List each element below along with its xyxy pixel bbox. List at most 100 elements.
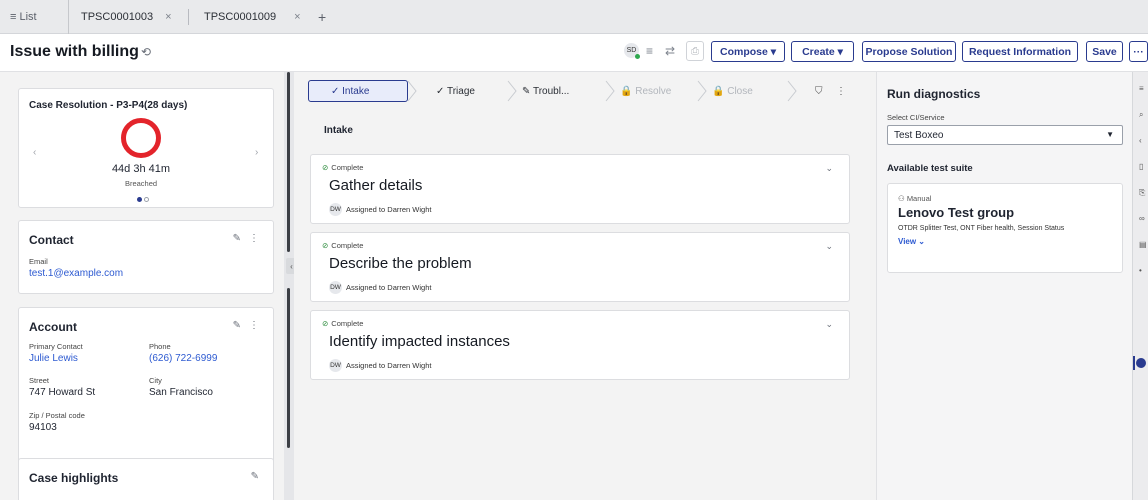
connect-icon[interactable]: ⇄ bbox=[665, 44, 675, 58]
step-close: 🔒 Close bbox=[712, 85, 753, 97]
carousel-dot[interactable] bbox=[144, 197, 149, 202]
step-resolve: 🔒 Resolve bbox=[620, 85, 672, 97]
dot-icon[interactable]: • bbox=[1139, 266, 1142, 275]
caret-down-icon: ▼ bbox=[1106, 130, 1114, 139]
primary-contact-link[interactable]: Julie Lewis bbox=[29, 353, 78, 364]
chat-icon[interactable]: ⌕ bbox=[1139, 110, 1143, 120]
more-actions-button[interactable]: ··· bbox=[1129, 41, 1148, 62]
tab-bar: ≡ List TPSC0001003 × TPSC0001009 × + bbox=[0, 0, 1148, 34]
section-title: Intake bbox=[324, 125, 353, 136]
task-card[interactable]: ⊘ Complete Identify impacted instances DW… bbox=[310, 310, 850, 380]
chevron-right-icon[interactable]: › bbox=[255, 147, 258, 158]
create-button[interactable]: Create ▾ bbox=[791, 41, 854, 62]
add-tab-button[interactable]: + bbox=[318, 0, 326, 34]
task-card[interactable]: ⊘ Complete Describe the problem DW Assigne… bbox=[310, 232, 850, 302]
chevron-down-icon[interactable]: ⌄ bbox=[825, 241, 833, 252]
more-icon[interactable]: ⋮ bbox=[249, 233, 259, 244]
process-stepper: ✓ Intake ✓ Triage ✎ Troubl... 🔒 Resolve … bbox=[308, 80, 856, 102]
record-header: Issue with billing ⟲ SD ≡ ⇄ ⎙ Compose ▾ … bbox=[0, 34, 1148, 72]
plus-icon: + bbox=[318, 9, 327, 25]
phone-link[interactable]: (626) 722-6999 bbox=[149, 353, 217, 364]
case-resolution-card: Case Resolution - P3-P4(28 days) ‹ › 44d… bbox=[18, 88, 274, 208]
carousel-dot[interactable] bbox=[137, 197, 142, 202]
assignee-text: Assigned to Darren Wight bbox=[346, 361, 432, 370]
task-card[interactable]: ⊘ Complete Gather details DW Assigned to D… bbox=[310, 154, 850, 224]
tab-divider bbox=[188, 9, 189, 25]
menu-icon[interactable]: ≡ bbox=[1139, 84, 1144, 93]
street-value: 747 Howard St bbox=[29, 387, 96, 398]
email-label: Email bbox=[29, 257, 48, 266]
rail-active-indicator bbox=[1133, 356, 1135, 370]
tab-label: TPSC0001003 bbox=[81, 11, 154, 23]
task-status: ⊘ Complete bbox=[322, 319, 363, 328]
list-tab-label: ≡ List bbox=[10, 11, 37, 23]
follow-icon[interactable]: ⟲ bbox=[141, 45, 151, 59]
print-icon[interactable]: ⎙ bbox=[686, 41, 704, 61]
avatar[interactable]: SD bbox=[624, 43, 640, 59]
zip-value: 94103 bbox=[29, 422, 57, 433]
list-icon[interactable]: ≡ bbox=[646, 44, 653, 58]
list-tab[interactable]: ≡ List bbox=[10, 0, 37, 34]
primary-contact-label: Primary Contact bbox=[29, 342, 83, 351]
compose-button[interactable]: Compose ▾ bbox=[711, 41, 785, 62]
more-icon[interactable]: ⋮ bbox=[249, 320, 259, 331]
card-title: Case highlights bbox=[29, 471, 119, 485]
ci-service-select[interactable]: Test Boxeo ▼ bbox=[887, 125, 1123, 145]
task-assignee: DW Assigned to Darren Wight bbox=[329, 203, 431, 216]
edit-icon[interactable]: ✎ bbox=[233, 320, 241, 331]
copy-icon[interactable]: ⎘ bbox=[1139, 188, 1145, 198]
phone-label: Phone bbox=[149, 342, 171, 351]
edit-icon[interactable]: ✎ bbox=[251, 471, 259, 482]
center-workspace: ✓ Intake ✓ Triage ✎ Troubl... 🔒 Resolve … bbox=[294, 72, 870, 500]
task-status-text: Complete bbox=[331, 241, 364, 250]
stepper-divider bbox=[507, 80, 517, 102]
card-title: Account bbox=[29, 320, 77, 334]
more-icon[interactable]: ⋮ bbox=[836, 86, 846, 97]
ci-service-value: Test Boxeo bbox=[894, 129, 944, 141]
close-icon[interactable]: × bbox=[165, 11, 171, 23]
stepper-divider bbox=[605, 80, 615, 102]
sla-time: 44d 3h 41m bbox=[111, 163, 171, 175]
test-suite-heading: Available test suite bbox=[887, 163, 973, 174]
save-button[interactable]: Save bbox=[1086, 41, 1123, 62]
document-icon[interactable]: ▯ bbox=[1139, 162, 1143, 171]
page-title: Issue with billing bbox=[10, 43, 139, 60]
case-highlights-card: Case highlights ✎ bbox=[18, 458, 274, 500]
avatar: DW bbox=[329, 281, 342, 294]
suite-type-text: Manual bbox=[906, 194, 932, 203]
tab-tpsc0001003[interactable]: TPSC0001003 × bbox=[68, 0, 172, 34]
user-icon: ⚇ bbox=[898, 194, 907, 203]
suite-description: OTDR Splitter Test, ONT Fiber health, Se… bbox=[898, 225, 1065, 232]
sla-status: Breached bbox=[124, 179, 158, 188]
view-button[interactable]: View ⌄ bbox=[898, 237, 925, 246]
task-title: Identify impacted instances bbox=[329, 333, 510, 350]
chevron-down-icon[interactable]: ⌄ bbox=[825, 319, 833, 330]
chevron-down-icon[interactable]: ⌄ bbox=[825, 163, 833, 174]
tab-tpsc0001009[interactable]: TPSC0001009 × bbox=[192, 0, 312, 34]
assignee-text: Assigned to Darren Wight bbox=[346, 283, 432, 292]
link-icon[interactable]: ∞ bbox=[1139, 214, 1145, 223]
step-triage[interactable]: ✓ Triage bbox=[436, 80, 475, 102]
step-troubleshoot[interactable]: ✎ Troubl... bbox=[522, 80, 569, 102]
chevron-left-icon[interactable]: ‹ bbox=[33, 147, 36, 158]
back-icon[interactable]: ‹ bbox=[1139, 136, 1142, 145]
task-status: ⊘ Complete bbox=[322, 241, 363, 250]
panel-title: Run diagnostics bbox=[887, 87, 981, 101]
city-value: San Francisco bbox=[149, 387, 213, 398]
propose-solution-button[interactable]: Propose Solution bbox=[862, 41, 956, 62]
suite-type: ⚇ Manual bbox=[898, 194, 931, 203]
task-status-text: Complete bbox=[331, 319, 364, 328]
assignee-text: Assigned to Darren Wight bbox=[346, 205, 432, 214]
step-intake[interactable]: ✓ Intake bbox=[308, 80, 408, 102]
check-circle-icon: ⊘ bbox=[322, 163, 329, 172]
edit-icon[interactable]: ✎ bbox=[233, 233, 241, 244]
diagnostics-icon[interactable] bbox=[1136, 358, 1146, 368]
diagnostics-panel: Run diagnostics Select CI/Service Test B… bbox=[876, 72, 1132, 500]
test-suite-card[interactable]: ⚇ Manual Lenovo Test group OTDR Splitter… bbox=[887, 183, 1123, 273]
calendar-icon[interactable]: ▤ bbox=[1139, 240, 1147, 249]
close-icon[interactable]: × bbox=[294, 11, 300, 23]
request-information-button[interactable]: Request Information bbox=[962, 41, 1078, 62]
email-link[interactable]: test.1@example.com bbox=[29, 268, 123, 279]
filter-icon[interactable]: ⛉ bbox=[815, 86, 823, 97]
stepper-divider bbox=[407, 80, 417, 102]
